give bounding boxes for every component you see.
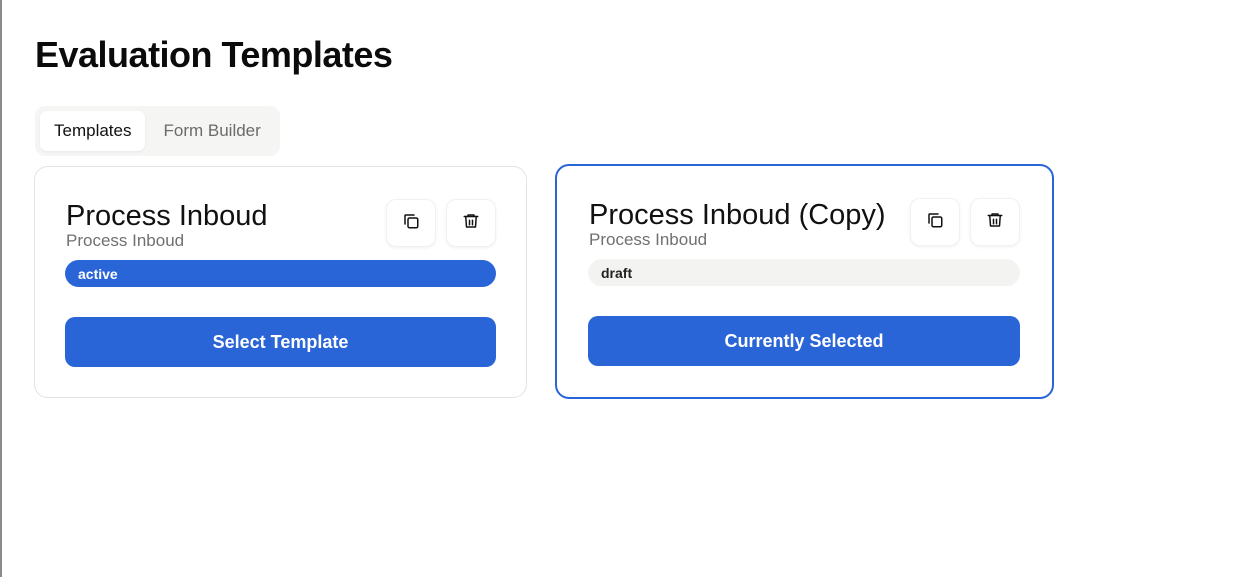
currently-selected-button[interactable]: Currently Selected [588,316,1020,366]
tab-bar: Templates Form Builder [35,106,280,156]
status-badge: draft [588,259,1020,286]
tab-templates[interactable]: Templates [40,111,146,151]
page-title: Evaluation Templates [35,34,393,75]
copy-icon [402,212,420,235]
copy-icon [926,211,944,234]
delete-button[interactable] [970,198,1020,246]
tab-form-builder[interactable]: Form Builder [149,111,274,151]
select-template-button[interactable]: Select Template [65,317,496,367]
template-description: Process Inboud [589,230,708,249]
template-name: Process Inboud (Copy) [589,199,886,231]
trash-icon [462,212,480,235]
status-badge: active [65,260,496,287]
template-card-selected: Process Inboud (Copy) Process Inboud dra… [555,164,1054,399]
template-description: Process Inboud [66,231,185,250]
duplicate-button[interactable] [386,199,436,247]
template-card: Process Inboud Process Inboud active Sel… [34,166,527,398]
duplicate-button[interactable] [910,198,960,246]
left-divider [0,0,2,577]
delete-button[interactable] [446,199,496,247]
template-name: Process Inboud [66,200,268,232]
trash-icon [986,211,1004,234]
